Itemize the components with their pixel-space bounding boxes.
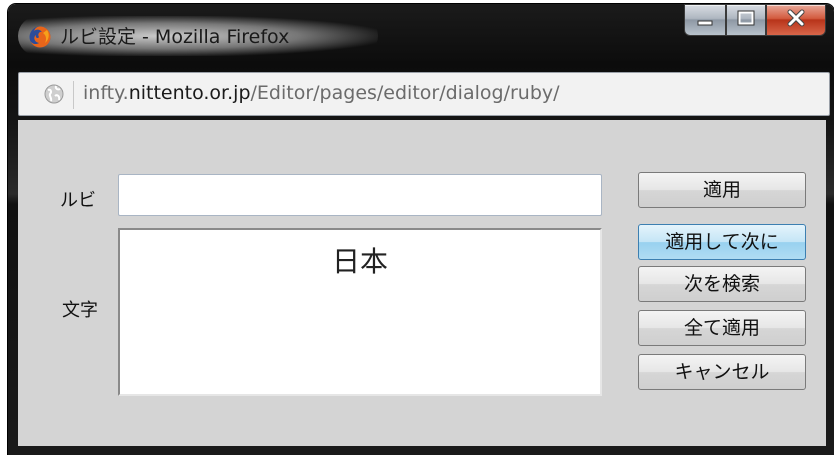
close-icon <box>786 9 806 31</box>
cancel-button[interactable]: キャンセル <box>638 354 806 390</box>
address-bar[interactable]: infty.nittento.or.jp/Editor/pages/editor… <box>18 72 830 116</box>
globe-icon <box>43 83 65 105</box>
close-button[interactable] <box>766 4 826 36</box>
maximize-button[interactable] <box>726 4 766 36</box>
apply-next-button[interactable]: 適用して次に <box>638 224 806 260</box>
text-label: 文字 <box>62 300 98 321</box>
url-path: /Editor/pages/editor/dialog/ruby/ <box>250 82 560 104</box>
window-title: ルビ設定 - Mozilla Firefox <box>60 26 290 48</box>
apply-button[interactable]: 適用 <box>638 172 806 208</box>
dialog-content: ルビ 文字 日本 適用 適用して次に 次を検索 全て適用 キャンセル <box>18 120 826 446</box>
dialog-window: ルビ設定 - Mozilla Firefox infty.nittento.or… <box>8 4 834 455</box>
firefox-icon <box>28 25 52 49</box>
text-value: 日本 <box>331 245 388 278</box>
minimize-button[interactable] <box>684 4 726 36</box>
maximize-icon <box>737 10 755 30</box>
window-controls <box>684 4 826 38</box>
url-text: infty.nittento.or.jp/Editor/pages/editor… <box>83 82 560 104</box>
ruby-input[interactable] <box>118 174 602 216</box>
find-next-button[interactable]: 次を検索 <box>638 266 806 302</box>
text-field[interactable]: 日本 <box>118 228 602 396</box>
url-domain: nittento.or.jp <box>128 82 251 104</box>
ruby-label: ルビ <box>60 190 96 211</box>
title-bar: ルビ設定 - Mozilla Firefox <box>8 4 834 68</box>
minimize-icon <box>696 11 714 30</box>
url-prefix: infty. <box>83 82 129 104</box>
apply-all-button[interactable]: 全て適用 <box>638 310 806 346</box>
